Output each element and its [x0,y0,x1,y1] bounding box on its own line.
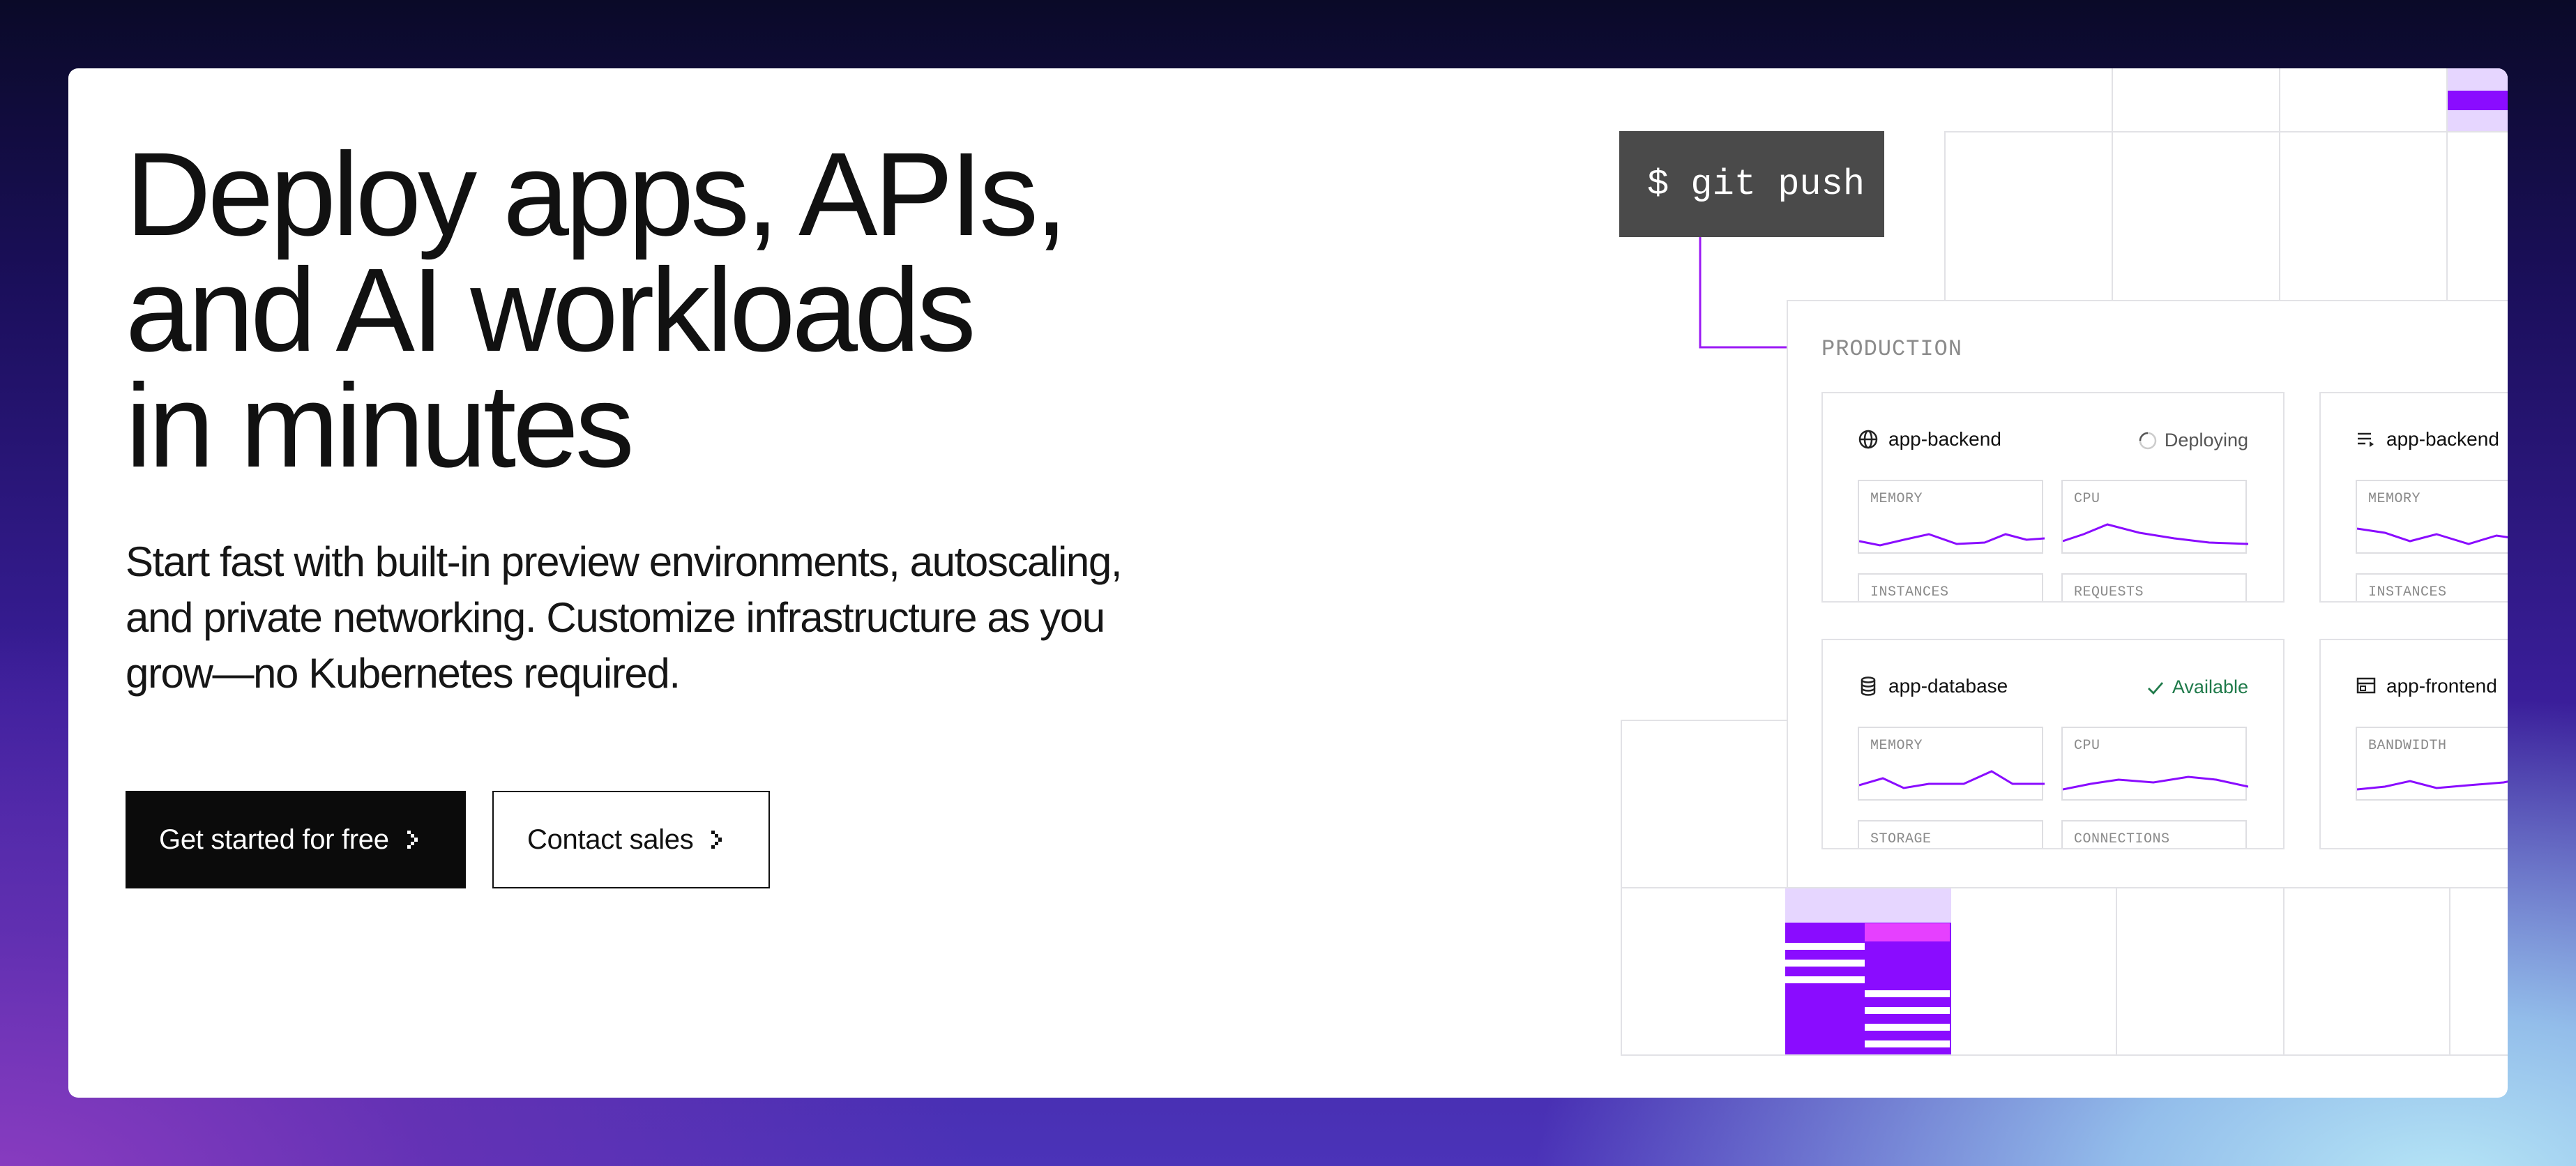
status-text: Available [2172,676,2248,697]
metric-sparkline [2063,775,2248,791]
metric-sparkline [1859,533,2045,547]
subheadline-line: grow—no Kubernetes required. [126,650,681,697]
headline-line: in minutes [126,360,635,492]
pixel-graphic [1865,990,1950,997]
hero-subheadline: Start fast with built-in preview environ… [126,534,1255,702]
metric-tile: CONNECTIONS [2061,820,2247,848]
metric-label: BANDWIDTH [2368,738,2447,754]
metric-tile: BANDWIDTH [2356,727,2508,801]
get-started-label: Get started for free [159,824,389,855]
metric-sparkline [2357,527,2508,545]
check-icon [2147,681,2163,695]
hero-headline: Deploy apps, APIs, and AI workloads in m… [126,128,1068,492]
metric-tile: CPU [2061,727,2248,801]
metric-label: MEMORY [1870,738,1923,754]
headline-line: Deploy apps, APIs, [126,128,1068,261]
pixel-graphic [1785,960,1865,967]
metric-tile: INSTANCES [2356,573,2508,601]
grid-line [1944,131,1946,300]
metric-label: INSTANCES [2368,584,2447,600]
metric-sparkline [2063,523,2248,545]
database-icon [1861,676,1876,696]
grid-line [2279,68,2280,300]
metric-tile: INSTANCES [1858,573,2043,601]
terminal-command: $ git push [1619,131,1884,237]
pixel-graphic [1865,1024,1950,1031]
spinner-icon [2139,432,2157,449]
accent-block [2448,91,2508,110]
grid-line [2116,887,2117,1056]
grid-line [2283,887,2285,1056]
metric-label: INSTANCES [1870,584,1949,600]
metric-tile: CPU [2061,480,2248,554]
terminal-text: $ git push [1647,163,1865,205]
metric-label: CPU [2074,738,2100,754]
service-name: app-database [1888,675,2008,697]
pixel-graphic [1865,1040,1950,1047]
metric-tile: MEMORY [1858,480,2045,554]
grid-line [2112,68,2113,300]
service-card[interactable]: app-backend MEMORY INSTANCES [2319,392,2508,603]
grid-line [1621,720,1622,1056]
grid-line [2449,887,2450,1056]
metric-label: CPU [2074,491,2100,507]
service-card[interactable]: app-frontend BANDWIDTH [2319,639,2508,849]
grid-line [1621,1054,2508,1056]
metric-label: CONNECTIONS [2074,831,2170,847]
chevron-right-icon [711,831,722,849]
metric-label: STORAGE [1870,831,1932,847]
metric-label: MEMORY [1870,491,1923,507]
grid-line [1944,131,2508,132]
service-name: app-backend [1888,428,2001,450]
pixel-graphic [1865,1007,1950,1014]
subheadline-line: Start fast with built-in preview environ… [126,538,1122,585]
connector-line [1699,236,1789,349]
metric-tile: MEMORY [1858,727,2045,801]
production-panel: PRODUCTION app-backend Deploying MEMORY … [1787,300,2508,888]
metric-label: MEMORY [2368,491,2421,507]
pixel-graphic [1865,923,1950,941]
environment-label: PRODUCTION [1821,336,1963,362]
metric-sparkline [2357,780,2508,791]
metric-tile: STORAGE [1858,820,2043,848]
metric-label: REQUESTS [2074,584,2144,600]
pixel-graphic [1785,943,1865,950]
static-site-icon [2356,677,2376,694]
chevron-right-icon [407,831,418,849]
globe-icon [1858,430,1878,449]
contact-sales-button[interactable]: Contact sales [492,791,770,888]
service-card[interactable]: app-backend Deploying MEMORY CPU INSTANC… [1821,392,2285,603]
service-name: app-frontend [2386,675,2497,697]
metric-sparkline [1859,770,2045,789]
service-card[interactable]: app-database Available MEMORY CPU STORAG… [1821,639,2285,849]
service-name: app-backend [2386,428,2499,450]
headline-line: and AI workloads [126,244,976,377]
metric-tile: MEMORY [2356,480,2508,554]
hero-card: Deploy apps, APIs, and AI workloads in m… [68,68,2508,1098]
grid-line [1621,720,1788,721]
get-started-button[interactable]: Get started for free [126,791,466,888]
status-text: Deploying [2164,430,2248,450]
metric-tile: REQUESTS [2061,573,2247,601]
subheadline-line: and private networking. Customize infras… [126,594,1105,641]
contact-sales-label: Contact sales [527,824,694,855]
worker-list-icon [2358,432,2374,447]
pixel-graphic [1785,976,1865,983]
